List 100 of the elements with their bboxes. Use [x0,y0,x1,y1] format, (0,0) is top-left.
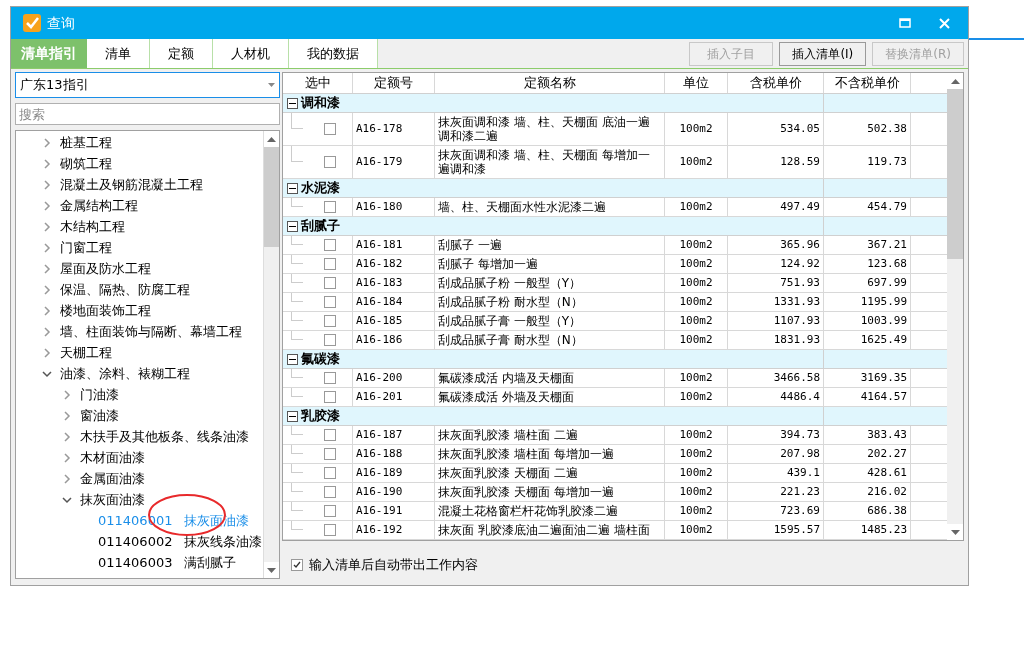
chevron-down-icon[interactable] [42,368,52,379]
table-cell: 428.61 [824,464,911,482]
tree-item[interactable]: 木扶手及其他板条、线条油漆 [80,426,249,447]
collapse-icon[interactable] [287,220,298,232]
tree-item[interactable]: 门窗工程 [60,237,112,258]
table-cell: A16-184 [353,293,435,311]
tree-item[interactable]: 保温、隔热、防腐工程 [60,279,190,300]
collapse-icon[interactable] [287,410,298,422]
checkbox[interactable] [324,258,336,270]
checkbox[interactable] [324,296,336,308]
table-cell: 100m2 [665,236,728,254]
tree-item[interactable]: 天棚工程 [60,342,112,363]
tree-leaf[interactable]: 011406002 抹灰线条油漆 [16,531,263,552]
table-cell: 墙、柱、天棚面水性水泥漆二遍 [435,198,665,216]
chevron-down-icon[interactable] [62,494,72,505]
tree-item[interactable]: 屋面及防水工程 [60,258,151,279]
checkbox[interactable] [324,156,336,168]
tree-item[interactable]: 木结构工程 [60,216,125,237]
scrollbar[interactable] [263,131,279,578]
tab[interactable]: 清单 [87,39,150,68]
checkbox[interactable] [324,524,336,536]
chevron-right-icon[interactable] [42,284,52,295]
tree-item[interactable]: 门油漆 [80,384,119,405]
table-cell: 4164.57 [824,388,911,406]
chevron-right-icon[interactable] [42,242,52,253]
checkbox[interactable] [324,505,336,517]
collapse-icon[interactable] [287,353,298,365]
chevron-right-icon[interactable] [42,200,52,211]
collapse-icon[interactable] [287,97,298,109]
scroll-thumb[interactable] [264,147,279,247]
checkbox[interactable] [324,486,336,498]
tree-item[interactable]: 楼地面装饰工程 [60,300,151,321]
table-cell: 100m2 [665,483,728,501]
scroll-thumb[interactable] [947,89,963,259]
scrollbar[interactable] [947,73,963,540]
chevron-right-icon[interactable] [62,431,72,442]
checkbox[interactable] [324,391,336,403]
chevron-right-icon[interactable] [62,452,72,463]
checkbox[interactable] [324,123,336,135]
table-cell: 氟碳漆成活 外墙及天棚面 [435,388,665,406]
chevron-right-icon[interactable] [42,326,52,337]
checkbox[interactable] [324,448,336,460]
table-cell: 697.99 [824,274,911,292]
chevron-right-icon[interactable] [42,263,52,274]
tree-item[interactable]: 桩基工程 [60,132,112,153]
tree-item[interactable]: 油漆、涂料、裱糊工程 [60,363,190,384]
tree-item[interactable]: 混凝土及钢筋混凝土工程 [60,174,203,195]
tab[interactable]: 人材机 [213,39,289,68]
table-cell: 1003.99 [824,312,911,330]
tree-leaf[interactable]: 011406003 满刮腻子 [16,552,263,573]
search-field[interactable]: 搜索 [15,103,280,125]
checkbox[interactable] [324,334,336,346]
chevron-right-icon[interactable] [42,137,52,148]
table-cell: 抹灰面乳胶漆 墙柱面 每增加一遍 [435,445,665,463]
chevron-right-icon[interactable] [42,305,52,316]
table-cell: 100m2 [665,255,728,273]
table-cell: 1831.93 [728,331,824,349]
close-icon[interactable] [939,17,950,29]
tree-item[interactable]: 砌筑工程 [60,153,112,174]
table-cell: 216.02 [824,483,911,501]
tree-item[interactable]: 窗油漆 [80,405,119,426]
checkbox[interactable] [291,558,303,571]
checkbox[interactable] [324,239,336,251]
toolbar-button[interactable]: 插入清单(I) [779,41,867,66]
checkbox[interactable] [324,201,336,213]
tree-item[interactable]: 金属面油漆 [80,468,145,489]
checkbox[interactable] [324,277,336,289]
table-cell: 100m2 [665,146,728,178]
tree-item[interactable]: 金属结构工程 [60,195,138,216]
table-cell: 抹灰面乳胶漆 天棚面 二遍 [435,464,665,482]
table-cell: 100m2 [665,331,728,349]
chevron-right-icon[interactable] [62,410,72,421]
chevron-right-icon[interactable] [62,473,72,484]
checkbox[interactable] [324,429,336,441]
table-cell: 723.69 [728,502,824,520]
tab[interactable]: 定额 [150,39,213,68]
chevron-right-icon[interactable] [42,179,52,190]
chevron-right-icon[interactable] [42,347,52,358]
scroll-up-icon[interactable] [267,136,276,142]
table-cell: 100m2 [665,502,728,520]
checkbox[interactable] [324,372,336,384]
check-icon [293,560,301,569]
checkbox[interactable] [324,467,336,479]
table-cell: 100m2 [665,388,728,406]
scroll-down-icon[interactable] [267,567,276,573]
checkbox[interactable] [324,315,336,327]
table-cell: 502.38 [824,113,911,145]
chevron-right-icon[interactable] [62,389,72,400]
guide-select[interactable]: 广东13指引 [15,72,280,98]
chevron-right-icon[interactable] [42,158,52,169]
scroll-down-icon[interactable] [950,529,960,535]
table-cell: 100m2 [665,426,728,444]
scroll-up-icon[interactable] [950,78,960,84]
tab[interactable]: 我的数据 [289,39,378,68]
collapse-icon[interactable] [287,182,298,194]
tree-item[interactable]: 抹灰面油漆 [80,489,145,510]
chevron-right-icon[interactable] [42,221,52,232]
tree-item[interactable]: 墙、柱面装饰与隔断、幕墙工程 [60,321,242,342]
maximize-icon[interactable] [899,18,911,28]
tree-item[interactable]: 木材面油漆 [80,447,145,468]
